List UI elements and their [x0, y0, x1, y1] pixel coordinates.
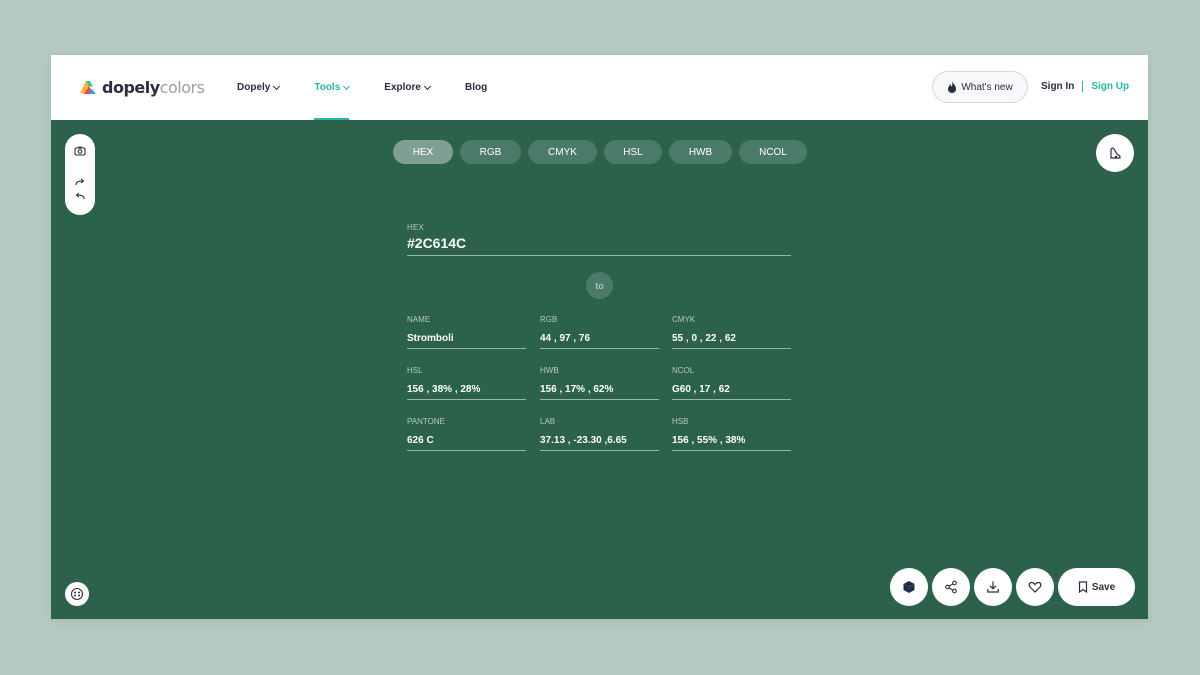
- result-underline: [407, 450, 526, 451]
- result-value[interactable]: 156 , 38% , 28%: [407, 384, 526, 395]
- menu-item-label: Blog: [464, 82, 488, 93]
- logo[interactable]: dopelycolors: [78, 77, 205, 97]
- tab-hwb[interactable]: HWB: [669, 140, 732, 164]
- chevron-down-icon: [273, 82, 281, 90]
- whats-new-label: What's new: [961, 81, 1013, 93]
- format-tabs: HEX RGB CMYK HSL HWB NCOL: [393, 140, 814, 164]
- result-cmyk: CMYK 55 , 0 , 22 , 62: [672, 315, 791, 349]
- result-underline: [407, 348, 526, 349]
- result-ncol: NCOL G60 , 17 , 62: [672, 366, 791, 400]
- result-label: PANTONE: [407, 417, 445, 426]
- redo-icon[interactable]: [74, 177, 86, 189]
- color-blind-button[interactable]: [1096, 134, 1134, 172]
- result-underline: [407, 399, 526, 400]
- result-underline: [672, 399, 791, 400]
- flame-icon: [948, 81, 957, 93]
- main-menu: Dopely Tools Explore Blog: [237, 55, 487, 120]
- save-button[interactable]: Save: [1058, 568, 1135, 606]
- result-underline: [540, 450, 659, 451]
- menu-item-blog[interactable]: Blog: [465, 55, 487, 120]
- result-label: HWB: [540, 366, 559, 375]
- 3d-view-button[interactable]: [890, 568, 928, 606]
- result-value[interactable]: 156 , 55% , 38%: [672, 435, 791, 446]
- result-value[interactable]: 37.13 , -23.30 ,6.65: [540, 435, 659, 446]
- logo-text: dopelycolors: [102, 77, 205, 97]
- hex-input-field[interactable]: HEX #2C614C: [407, 223, 791, 256]
- share-icon: [945, 580, 957, 594]
- share-button[interactable]: [932, 568, 970, 606]
- logo-text-secondary: colors: [159, 77, 205, 97]
- chevron-down-icon: [343, 82, 351, 90]
- result-pantone: PANTONE 626 C: [407, 417, 526, 451]
- accessibility-button[interactable]: [65, 582, 89, 606]
- auth-links: Sign In Sign Up: [1041, 81, 1129, 92]
- left-toolbar: [65, 134, 95, 215]
- result-label: HSL: [407, 366, 423, 375]
- undo-icon[interactable]: [74, 191, 86, 203]
- result-label: RGB: [540, 315, 558, 324]
- cube-icon: [903, 581, 915, 593]
- action-bar: Save: [890, 568, 1135, 606]
- to-divider: to: [586, 272, 613, 299]
- menu-item-dopely[interactable]: Dopely: [237, 55, 281, 120]
- menu-item-label: Explore: [384, 82, 421, 93]
- result-label: CMYK: [672, 315, 696, 324]
- menu-item-tools[interactable]: Tools: [314, 55, 351, 120]
- menu-item-label: Dopely: [237, 82, 271, 93]
- bookmark-icon: [1078, 581, 1087, 593]
- menu-item-label: Tools: [314, 82, 341, 93]
- sign-up-link[interactable]: Sign Up: [1091, 81, 1129, 92]
- result-value[interactable]: G60 , 17 , 62: [672, 384, 791, 395]
- accessibility-icon: [70, 587, 84, 601]
- result-value[interactable]: 626 C: [407, 435, 526, 446]
- hex-input-label: HEX: [407, 223, 425, 232]
- heart-icon: [1028, 581, 1042, 593]
- logo-text-primary: dopely: [102, 77, 160, 97]
- result-label: NAME: [407, 315, 431, 324]
- menu-item-explore[interactable]: Explore: [384, 55, 432, 120]
- divider: [1082, 81, 1084, 92]
- download-icon: [987, 581, 999, 593]
- whats-new-button[interactable]: What's new: [932, 71, 1028, 103]
- result-underline: [540, 348, 659, 349]
- result-value[interactable]: 55 , 0 , 22 , 62: [672, 333, 791, 344]
- result-underline: [672, 450, 791, 451]
- result-value[interactable]: Stromboli: [407, 333, 526, 344]
- top-nav: dopelycolors Dopely Tools Explore Blog W…: [51, 55, 1148, 120]
- result-lab: LAB 37.13 , -23.30 ,6.65: [540, 417, 659, 451]
- result-label: HSB: [672, 417, 689, 426]
- result-underline: [672, 348, 791, 349]
- color-blind-icon: [1110, 147, 1121, 159]
- hex-input-value[interactable]: #2C614C: [407, 235, 791, 251]
- result-hsl: HSL 156 , 38% , 28%: [407, 366, 526, 400]
- logo-mark-icon: [78, 77, 98, 97]
- save-label: Save: [1091, 581, 1116, 593]
- tab-rgb[interactable]: RGB: [460, 140, 521, 164]
- tab-cmyk[interactable]: CMYK: [528, 140, 597, 164]
- favorite-button[interactable]: [1016, 568, 1054, 606]
- result-value[interactable]: 156 , 17% , 62%: [540, 384, 659, 395]
- tab-ncol[interactable]: NCOL: [739, 140, 807, 164]
- camera-icon[interactable]: [74, 145, 86, 157]
- result-rgb: RGB 44 , 97 , 76: [540, 315, 659, 349]
- result-hwb: HWB 156 , 17% , 62%: [540, 366, 659, 400]
- result-hsb: HSB 156 , 55% , 38%: [672, 417, 791, 451]
- result-underline: [540, 399, 659, 400]
- app-window: dopelycolors Dopely Tools Explore Blog W…: [51, 55, 1148, 619]
- input-underline: [407, 255, 791, 256]
- tab-hsl[interactable]: HSL: [604, 140, 662, 164]
- result-name: NAME Stromboli: [407, 315, 526, 349]
- result-label: NCOL: [672, 366, 695, 375]
- download-button[interactable]: [974, 568, 1012, 606]
- chevron-down-icon: [423, 82, 432, 90]
- result-label: LAB: [540, 417, 556, 426]
- tab-hex[interactable]: HEX: [393, 140, 453, 164]
- sign-in-link[interactable]: Sign In: [1041, 81, 1074, 92]
- result-value[interactable]: 44 , 97 , 76: [540, 333, 659, 344]
